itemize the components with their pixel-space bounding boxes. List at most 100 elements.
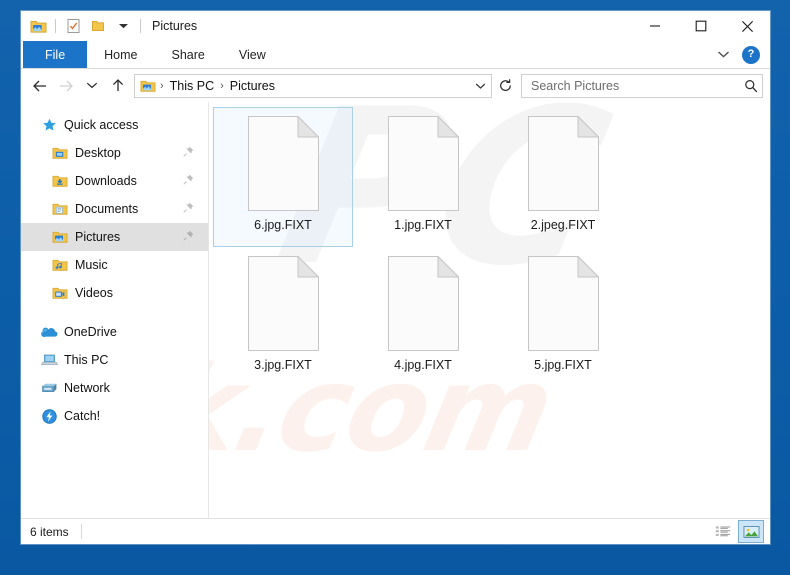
sidebar-item-label: Pictures [75,230,121,244]
pin-icon[interactable] [183,202,194,216]
properties-icon[interactable] [63,16,83,36]
help-button[interactable]: ? [742,45,760,64]
breadcrumb-segment-pictures[interactable]: Pictures [227,79,278,93]
file-item[interactable]: 1.jpg.FIXT [353,107,493,247]
file-explorer-window: Pictures File Home Share View ? › This P… [21,11,770,544]
file-item[interactable]: 3.jpg.FIXT [213,247,353,387]
minimize-button[interactable] [632,11,678,41]
documents-folder-icon [51,201,69,217]
file-item[interactable]: 6.jpg.FIXT [213,107,353,247]
sidebar-item-music[interactable]: Music [21,251,208,279]
navigation-pane[interactable]: Quick access Desktop Downloads Documents… [21,102,209,518]
file-name: 1.jpg.FIXT [394,218,452,232]
sidebar-item-label: OneDrive [64,325,117,339]
sidebar-item-network[interactable]: Network [21,374,208,402]
catch-lightning-icon [40,408,58,424]
file-name: 3.jpg.FIXT [254,358,312,372]
desktop-background: Pictures File Home Share View ? › This P… [0,0,790,575]
file-name: 4.jpg.FIXT [394,358,452,372]
file-item[interactable]: 4.jpg.FIXT [353,247,493,387]
sidebar-item-label: Network [64,381,110,395]
ribbon-tab-bar: File Home Share View ? [21,41,770,69]
sidebar-item-this-pc[interactable]: This PC [21,346,208,374]
ribbon-right-controls: ? [712,41,766,68]
breadcrumb-separator-2: › [220,79,224,92]
up-button[interactable] [105,73,130,98]
file-name: 5.jpg.FIXT [534,358,592,372]
maximize-button[interactable] [678,11,724,41]
large-icons-view-button[interactable] [738,520,764,543]
search-box[interactable] [521,73,763,98]
sidebar-item-label: Quick access [64,118,139,132]
sidebar-item-label: Music [75,258,108,272]
item-count-label: 6 items [30,524,69,539]
sidebar-item-onedrive[interactable]: OneDrive [21,318,208,346]
sidebar-item-label: Downloads [75,174,137,188]
details-view-button[interactable] [710,520,736,543]
pictures-folder-icon[interactable] [28,16,48,36]
refresh-button[interactable] [493,74,517,98]
generic-file-icon [247,115,320,211]
onedrive-cloud-icon [40,324,58,340]
sidebar-item-documents[interactable]: Documents [21,195,208,223]
breadcrumb[interactable]: › This PC › Pictures [134,73,492,98]
new-folder-icon[interactable] [88,16,108,36]
sidebar-item-label: Videos [75,286,113,300]
expand-ribbon-chevron-down-icon[interactable] [712,44,734,66]
qat-chevron-down-icon[interactable] [113,16,133,36]
file-item[interactable]: 2.jpeg.FIXT [493,107,633,247]
breadcrumb-chevron-down-icon[interactable] [471,76,489,96]
pin-icon[interactable] [183,230,194,244]
address-bar: › This PC › Pictures [21,69,770,102]
sidebar-item-label: Desktop [75,146,121,160]
tab-file[interactable]: File [23,41,88,68]
status-bar: 6 items [21,518,770,544]
sidebar-item-pictures[interactable]: Pictures [21,223,208,251]
breadcrumb-segment-this-pc[interactable]: This PC [167,79,217,93]
file-name: 2.jpeg.FIXT [530,218,596,232]
this-pc-icon [40,352,58,368]
tab-home[interactable]: Home [87,41,154,68]
sidebar-item-desktop[interactable]: Desktop [21,139,208,167]
pin-icon[interactable] [183,174,194,188]
downloads-folder-icon [51,173,69,189]
generic-file-icon [387,255,460,351]
close-button[interactable] [724,11,770,41]
breadcrumb-pictures-folder-icon[interactable] [140,79,156,93]
pictures-folder-icon [51,229,69,245]
forward-button[interactable] [53,73,78,98]
quick-access-toolbar [21,16,143,36]
star-icon [40,117,58,133]
window-title: Pictures [152,19,198,33]
sidebar-item-videos[interactable]: Videos [21,279,208,307]
file-item[interactable]: 5.jpg.FIXT [493,247,633,387]
generic-file-icon [387,115,460,211]
generic-file-icon [527,255,600,351]
file-name: 6.jpg.FIXT [254,218,312,232]
sidebar-item-label: Catch! [64,409,101,423]
file-list-pane[interactable]: PC risk.com 6.jpg.FIXT [209,102,770,518]
recent-locations-chevron-down-icon[interactable] [79,73,104,98]
tab-share[interactable]: Share [155,41,222,68]
file-grid: 6.jpg.FIXT 1.jpg.FIXT 2.jpeg.FIXT 3.jpg.… [209,102,770,387]
network-icon [40,380,58,396]
view-mode-buttons [710,520,767,543]
tab-view[interactable]: View [222,41,283,68]
back-button[interactable] [27,73,52,98]
search-input[interactable] [529,77,744,94]
window-controls [632,11,770,41]
sidebar-item-quick-access[interactable]: Quick access [21,111,208,139]
generic-file-icon [527,115,600,211]
breadcrumb-separator-1: › [160,79,164,92]
pin-icon[interactable] [183,146,194,160]
search-icon[interactable] [744,79,758,93]
sidebar-item-catch[interactable]: Catch! [21,402,208,430]
qat-divider-2 [140,19,141,33]
status-divider [80,524,82,539]
sidebar-item-downloads[interactable]: Downloads [21,167,208,195]
sidebar-item-label: Documents [75,202,139,216]
videos-folder-icon [51,285,69,301]
generic-file-icon [247,255,320,351]
music-folder-icon [51,257,69,273]
